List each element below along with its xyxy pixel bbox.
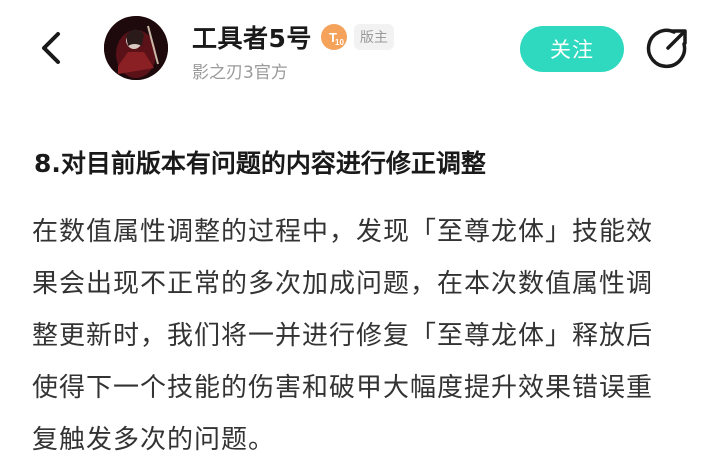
- chevron-left-icon: [42, 32, 60, 64]
- post-body: 在数值属性调整的过程中，发现「至尊龙体」技能效果会出现不正常的多次加成问题，在本…: [32, 217, 654, 455]
- level-badge-number: 10: [335, 38, 344, 47]
- post-header: 工具者5号 T 10 版主 影之刃3官方 关注: [0, 0, 720, 110]
- back-button[interactable]: [34, 28, 70, 68]
- share-icon: [646, 28, 687, 69]
- level-badge-icon: T 10: [320, 24, 347, 50]
- author-row: 工具者5号 T 10 版主: [192, 20, 394, 54]
- author-subtitle: 影之刃3官方: [192, 63, 288, 83]
- follow-button[interactable]: 关注: [520, 26, 624, 72]
- avatar-image: [104, 16, 168, 80]
- avatar[interactable]: [104, 16, 168, 80]
- post-heading: 8.对目前版本有问题的内容进行修正调整: [34, 149, 486, 178]
- role-badge: 版主: [353, 24, 394, 50]
- author-name[interactable]: 工具者5号: [192, 19, 312, 55]
- share-button[interactable]: [646, 26, 690, 70]
